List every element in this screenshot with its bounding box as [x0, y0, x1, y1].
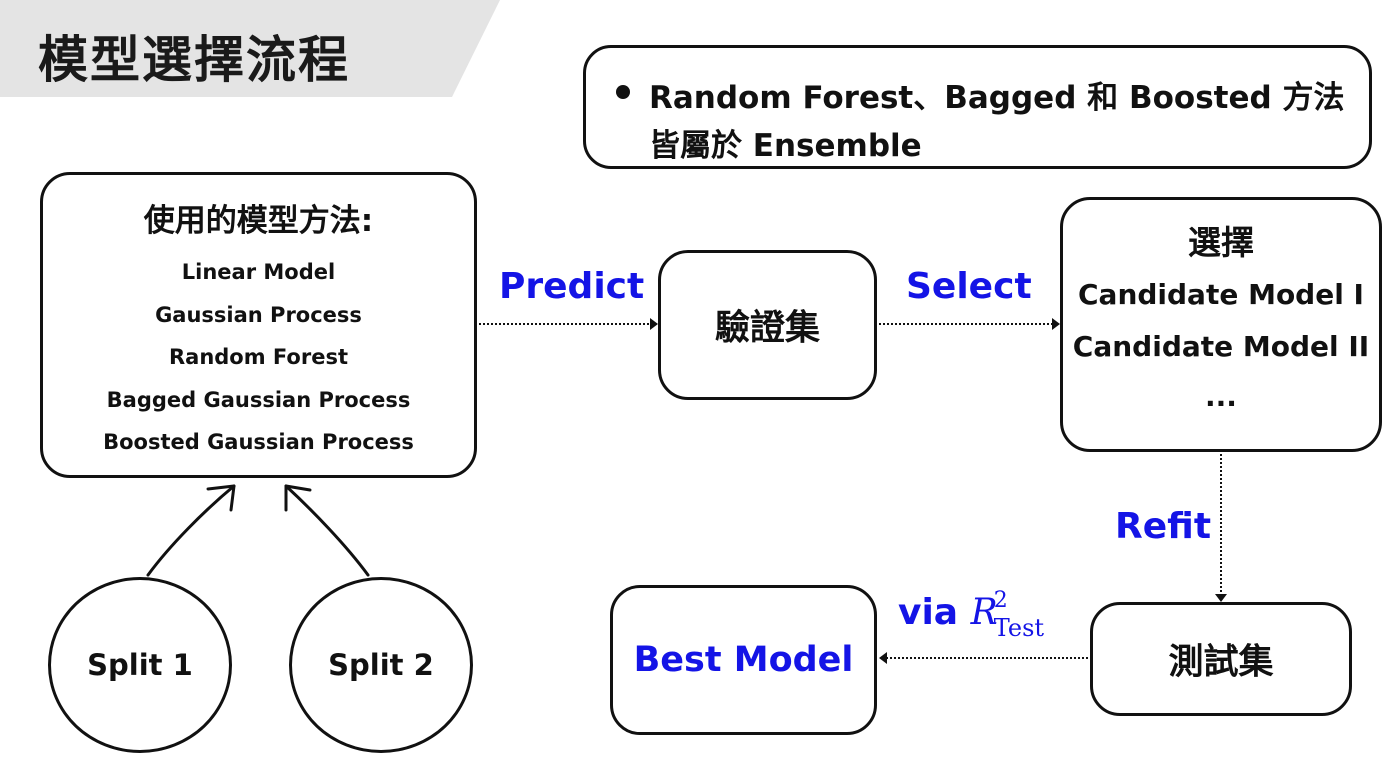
via-text: via: [898, 592, 959, 633]
r-squared-symbol: R2Test: [971, 588, 1044, 642]
arrow-split1-to-methods: [146, 484, 236, 577]
page-title: 模型選擇流程: [38, 31, 350, 89]
metric-subscript: Test: [993, 614, 1045, 643]
selection-title: 選擇: [1188, 223, 1254, 262]
model-methods-box: 使用的模型方法: Linear Model Gaussian Process R…: [40, 172, 477, 478]
metric-superscript: 2: [993, 588, 1008, 613]
candidate-ellipsis: ...: [1205, 380, 1237, 413]
candidate-model-2: Candidate Model II: [1072, 330, 1370, 363]
select-arrowhead: [1052, 318, 1060, 330]
arrowhead-split2: [284, 484, 312, 512]
split-1-label: Split 1: [87, 648, 193, 682]
note-line-1: Random Forest、Bagged 和 Boosted 方法: [649, 80, 1345, 116]
refit-arrowhead: [1215, 594, 1227, 602]
methods-list: Linear Model Gaussian Process Random For…: [43, 257, 474, 470]
via-edge-label: via R2Test: [898, 588, 1044, 642]
validation-set-node: 驗證集: [658, 250, 877, 400]
select-edge-label: Select: [906, 266, 1032, 307]
split-2-node: Split 2: [289, 577, 473, 753]
via-arrowhead: [879, 652, 887, 664]
method-item: Boosted Gaussian Process: [103, 430, 414, 454]
best-model-label: Best Model: [633, 640, 854, 680]
validation-set-label: 驗證集: [714, 308, 820, 349]
method-item: Gaussian Process: [155, 302, 362, 327]
refit-edge-label: Refit: [1115, 506, 1212, 547]
ensemble-note-box: Random Forest、Bagged 和 Boosted 方法 皆屬於 En…: [583, 45, 1372, 169]
split-1-node: Split 1: [48, 577, 232, 753]
selection-node: 選擇 Candidate Model I Candidate Model II …: [1060, 197, 1382, 452]
arrowhead-split1: [206, 484, 236, 512]
note-line-2: 皆屬於 Ensemble: [649, 128, 922, 164]
split-2-label: Split 2: [328, 648, 434, 682]
candidate-model-1: Candidate Model I: [1078, 278, 1364, 311]
test-set-node: 測試集: [1090, 602, 1352, 716]
arrow-split2-to-methods: [284, 484, 370, 577]
method-item: Linear Model: [181, 260, 336, 284]
bullet-icon: [616, 85, 630, 99]
best-model-node: Best Model: [610, 585, 877, 735]
predict-arrowhead: [650, 318, 658, 330]
test-set-label: 測試集: [1168, 642, 1274, 683]
method-item: Random Forest: [168, 345, 348, 369]
predict-edge-label: Predict: [499, 266, 645, 307]
method-item: Bagged Gaussian Process: [106, 387, 411, 412]
methods-title: 使用的模型方法:: [143, 203, 374, 239]
